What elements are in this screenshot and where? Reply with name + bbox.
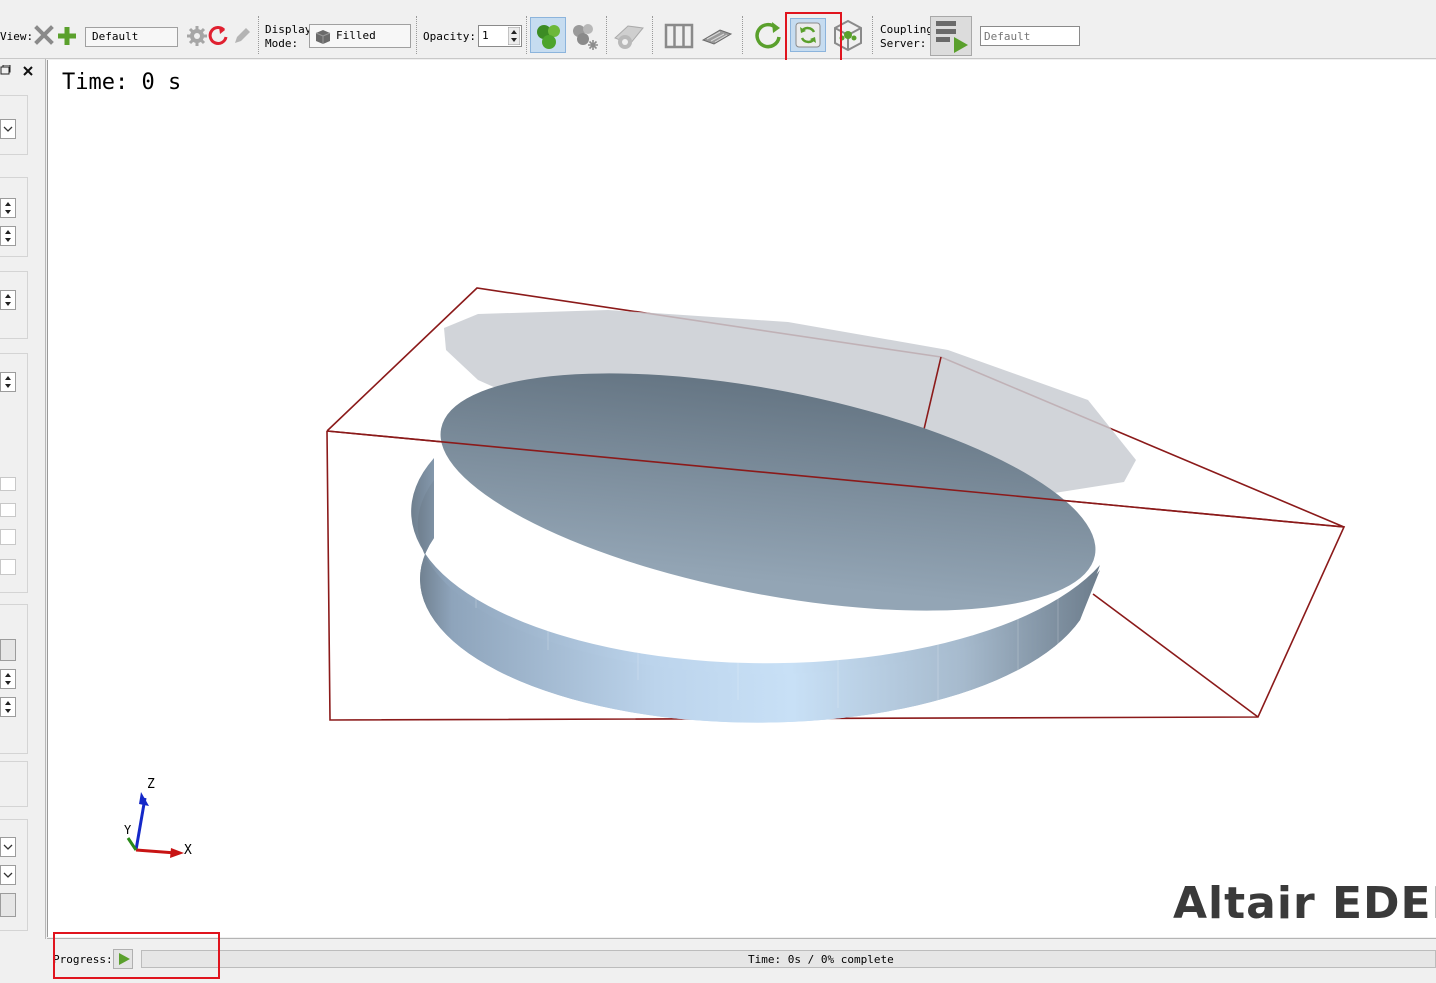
toolbar-separator (416, 16, 418, 54)
panel-spinbox[interactable] (0, 669, 16, 689)
left-dock-panel (0, 59, 46, 939)
chevron-down-icon (3, 126, 13, 132)
spin-arrows-icon (5, 202, 11, 214)
view-combo-value: Default (92, 30, 139, 43)
spin-arrows-icon (5, 376, 11, 388)
coupling-server-input[interactable] (980, 26, 1080, 46)
toolbar-separator (652, 16, 654, 54)
chevron-down-icon (3, 844, 13, 850)
brand-watermark: Altair EDEM (1173, 878, 1436, 929)
cube-filled-icon (315, 30, 331, 44)
add-view-icon[interactable] (56, 25, 78, 47)
axis-y-label: Y (124, 823, 132, 837)
display-mode-value: Filled (336, 29, 376, 42)
panel-spinbox[interactable] (0, 372, 16, 392)
spin-arrows-icon[interactable] (508, 27, 520, 45)
float-panel-icon[interactable] (0, 65, 12, 77)
coupling-label-line1: Coupling (880, 23, 933, 36)
particles-freeze-icon[interactable] (570, 20, 602, 52)
toolbar-separator (258, 16, 260, 54)
opacity-value: 1 (482, 29, 489, 42)
chevron-down-icon (3, 872, 13, 878)
panel-spinbox[interactable] (0, 697, 16, 717)
opacity-spinbox[interactable]: 1 (478, 25, 522, 47)
main-toolbar: View: Default Display Mode: Filled Opaci… (0, 12, 1436, 59)
panel-button[interactable] (0, 893, 16, 917)
display-mode-label-line1: Display (265, 23, 312, 36)
view-combo[interactable]: Default (85, 27, 178, 47)
slice-plane-icon[interactable] (700, 22, 734, 50)
panel-combo[interactable] (0, 837, 16, 857)
spin-arrows-icon (5, 230, 11, 242)
panel-spinbox[interactable] (0, 290, 16, 310)
panel-combo[interactable] (0, 865, 16, 885)
geometry-display-icon[interactable] (612, 20, 646, 52)
particles-display-toggle[interactable] (530, 17, 566, 53)
display-mode-combo[interactable]: Filled (309, 24, 411, 48)
edit-pencil-icon[interactable] (231, 25, 253, 47)
axis-x-label: X (184, 843, 192, 858)
opacity-label: Opacity: (423, 30, 476, 43)
progress-status-text: Time: 0s / 0% complete (748, 953, 894, 966)
panel-field[interactable] (0, 477, 16, 491)
server-start-icon (936, 21, 968, 53)
remove-view-icon[interactable] (34, 25, 54, 45)
coupling-server-start-button[interactable] (930, 16, 972, 56)
scene-canvas: Z Y X (124, 287, 1346, 858)
toolbar-separator (872, 16, 874, 54)
spin-arrows-icon (5, 701, 11, 713)
close-panel-icon[interactable] (22, 65, 34, 77)
coupling-label-line2: Server: (880, 37, 927, 50)
refresh-icon[interactable] (752, 20, 784, 52)
toolbar-separator (606, 16, 608, 54)
view-label: View: (0, 30, 34, 43)
panel-spinbox[interactable] (0, 198, 16, 218)
highlight-box-progress (53, 932, 220, 979)
spin-arrows-icon (5, 673, 11, 685)
3d-viewport[interactable]: Time: 0 s Z Y X Altair EDE (47, 60, 1436, 937)
panel-field[interactable] (0, 529, 16, 545)
status-bar: Progress: Time: 0s / 0% complete (47, 938, 1436, 983)
reset-view-icon[interactable] (208, 25, 230, 47)
columns-layout-icon[interactable] (664, 22, 694, 50)
axis-z-label: Z (147, 777, 155, 792)
settings-gear-icon[interactable] (186, 25, 208, 47)
panel-combo[interactable] (0, 119, 16, 139)
progress-bar: Time: 0s / 0% complete (141, 950, 1436, 968)
highlight-box-auto-update (785, 12, 842, 65)
spin-arrows-icon (5, 294, 11, 306)
toolbar-separator (742, 16, 744, 54)
particles-color-icon (537, 25, 560, 49)
display-mode-label-line2: Mode: (265, 37, 299, 50)
panel-button[interactable] (0, 639, 16, 661)
axis-triad (126, 792, 184, 858)
panel-group (0, 761, 28, 807)
panel-field[interactable] (0, 559, 16, 575)
panel-field[interactable] (0, 503, 16, 517)
panel-spinbox[interactable] (0, 226, 16, 246)
toolbar-separator (526, 16, 528, 54)
